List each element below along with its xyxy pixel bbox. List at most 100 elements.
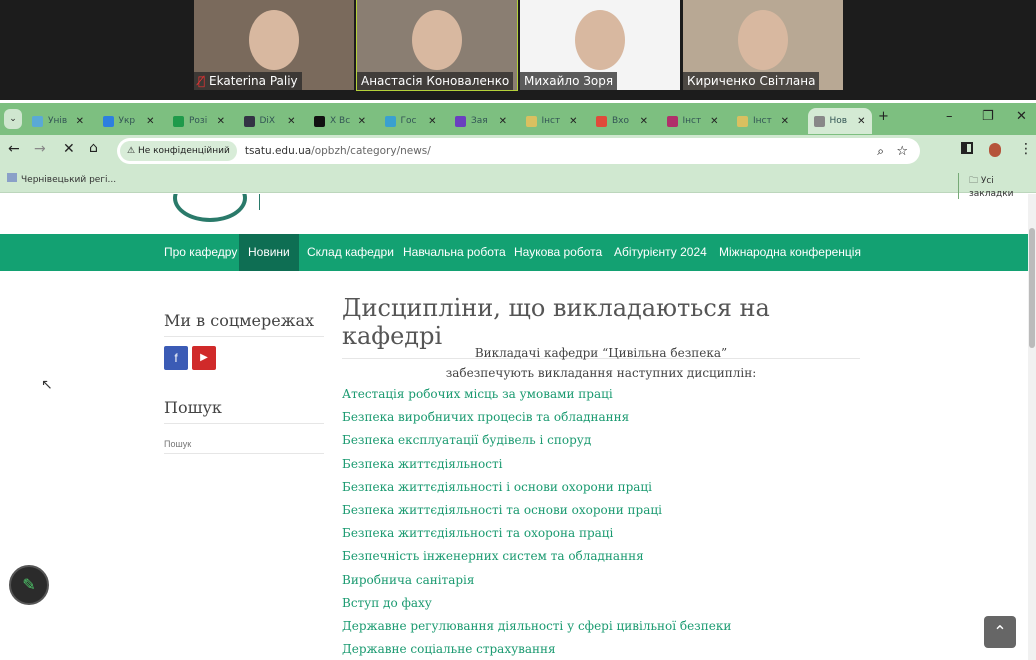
scrollbar-thumb[interactable] xyxy=(1029,228,1035,348)
tab-favicon-icon xyxy=(737,115,748,127)
tab-favicon-icon xyxy=(455,115,466,127)
tab-strip: ⌄ Унів ✕ Укр ✕ Розі ✕ DiX ✕ X Вс ✕ Гос ✕ Зая ✕ Інст ✕ Вх… xyxy=(0,103,1036,135)
restore-button[interactable]: ❐ xyxy=(982,109,994,124)
forward-icon[interactable]: → xyxy=(34,141,46,157)
home-icon[interactable]: ⌂ xyxy=(89,140,98,156)
new-tab-button[interactable]: + xyxy=(878,109,889,124)
tab-close-icon[interactable]: ✕ xyxy=(287,116,295,127)
nav-item[interactable]: Абітурієнту 2024 xyxy=(605,234,716,271)
discipline-link[interactable]: Державне регулювання діяльності у сфері … xyxy=(342,619,731,633)
page-scrollbar[interactable] xyxy=(1028,194,1036,660)
participant-name: 🎙̸ Ekaterina Paliy xyxy=(194,72,302,90)
discipline-link[interactable]: Безпека життєдіяльності та основи охорон… xyxy=(342,503,662,517)
discipline-link[interactable]: Безпека життєдіяльності і основи охорони… xyxy=(342,480,652,494)
scroll-to-top-button[interactable]: ⌃ xyxy=(984,616,1016,648)
browser-tab[interactable]: Вхо ✕ xyxy=(590,108,654,134)
main-nav: Про кафедру Новини Склад кафедри Навчальна … xyxy=(0,234,1028,271)
tab-close-icon[interactable]: ✕ xyxy=(428,116,436,127)
tab-close-icon[interactable]: ✕ xyxy=(76,116,84,127)
discipline-link[interactable]: Виробнича санітарія xyxy=(342,573,474,587)
tab-close-icon[interactable]: ✕ xyxy=(569,116,577,127)
browser-tab[interactable]: Інст ✕ xyxy=(731,108,795,134)
browser-tab[interactable]: Зая ✕ xyxy=(449,108,513,134)
tab-label: Вхо xyxy=(612,116,630,126)
tab-close-icon[interactable]: ✕ xyxy=(710,116,718,127)
tab-close-icon[interactable]: ✕ xyxy=(358,116,366,127)
side-panel-icon[interactable] xyxy=(961,142,973,154)
browser-tab[interactable]: Нов ✕ xyxy=(807,108,872,134)
tab-close-icon[interactable]: ✕ xyxy=(781,116,789,127)
discipline-link[interactable]: Безпека виробничих процесів та обладнанн… xyxy=(342,410,629,424)
video-call-strip: 🎙̸ Ekaterina Paliy Анастасія Коноваленко М… xyxy=(0,0,1036,100)
tab-label: Гос xyxy=(400,116,417,126)
tab-label: DiX xyxy=(259,116,276,126)
participant-name-label: Анастасія Коноваленко xyxy=(361,74,510,88)
participant-name-label: Ekaterina Paliy xyxy=(209,74,298,88)
browser-toolbar: ← → ✕ ⌂ ⚠ Не конфіденційний tsatu.edu.ua… xyxy=(0,135,1036,167)
url-host: tsatu.edu.ua xyxy=(244,145,312,157)
participant-face xyxy=(738,10,788,70)
discipline-link[interactable]: Безпечність інженерних систем та обладна… xyxy=(342,549,644,563)
participant-tile[interactable]: Кириченко Світлана xyxy=(683,0,843,90)
browser-tab[interactable]: Інст ✕ xyxy=(661,108,725,134)
tab-favicon-icon xyxy=(525,115,537,127)
back-icon[interactable]: ← xyxy=(8,141,20,157)
browser-tab[interactable]: Унів ✕ xyxy=(26,108,90,134)
participant-tile[interactable]: Анастасія Коноваленко xyxy=(356,0,518,91)
discipline-link[interactable]: Вступ до фаху xyxy=(342,596,432,610)
tab-close-icon[interactable]: ✕ xyxy=(499,116,507,127)
tab-close-icon[interactable]: ✕ xyxy=(857,116,865,127)
tab-favicon-icon xyxy=(813,115,825,127)
nav-item[interactable]: Склад кафедри xyxy=(298,234,403,271)
tab-search-button[interactable]: ⌄ xyxy=(4,109,22,129)
participant-tile[interactable]: Михайло Зоря xyxy=(520,0,680,90)
nav-item[interactable]: Про кафедру xyxy=(155,234,246,271)
intro-line-1: Викладачі кафедри “Цивільна безпека” xyxy=(474,346,728,360)
tab-label: Розі xyxy=(189,116,208,126)
minimize-button[interactable]: – xyxy=(946,109,953,124)
nav-item[interactable]: Міжнародна конференція xyxy=(710,234,870,271)
discipline-link[interactable]: Атестація робочих місць за умовами праці xyxy=(342,387,613,401)
close-window-button[interactable]: ✕ xyxy=(1016,109,1027,124)
site-logo[interactable] xyxy=(173,194,247,222)
nav-item[interactable]: Навчальна робота xyxy=(394,234,515,271)
social-title: Ми в соцмережах xyxy=(164,311,324,337)
zoom-icon[interactable]: ⌕ xyxy=(877,144,884,159)
bookmark-item[interactable]: Чернівецький регі... xyxy=(7,173,116,185)
youtube-button[interactable]: ▶ xyxy=(192,346,216,370)
browser-tab[interactable]: Укр ✕ xyxy=(97,108,161,134)
discipline-link[interactable]: Безпека життєдіяльності та охорона праці xyxy=(342,526,613,540)
tab-close-icon[interactable]: ✕ xyxy=(146,116,154,127)
stop-icon[interactable]: ✕ xyxy=(63,141,75,157)
security-chip[interactable]: ⚠ Не конфіденційний xyxy=(120,141,237,161)
browser-tab[interactable]: Інст ✕ xyxy=(520,108,584,134)
search-title: Пошук xyxy=(164,398,324,424)
tab-close-icon[interactable]: ✕ xyxy=(217,116,225,127)
tab-close-icon[interactable]: ✕ xyxy=(640,116,648,127)
search-input[interactable] xyxy=(164,434,324,454)
participant-name-label: Кириченко Світлана xyxy=(687,74,816,88)
intro-line-2: забезпечують викладання наступних дисцип… xyxy=(445,366,757,380)
participant-name: Анастасія Коноваленко xyxy=(357,72,514,90)
address-bar[interactable]: ⚠ Не конфіденційний tsatu.edu.ua/opbzh/c… xyxy=(117,138,920,164)
browser-tab[interactable]: Розі ✕ xyxy=(167,108,231,134)
discipline-link[interactable]: Безпека життєдіяльності xyxy=(342,457,502,471)
nav-item[interactable]: Новини xyxy=(239,234,299,271)
tab-favicon-icon xyxy=(243,115,255,127)
browser-tab[interactable]: Гос ✕ xyxy=(379,108,443,134)
discipline-link[interactable]: Державне соціальне страхування xyxy=(342,642,556,656)
nav-item[interactable]: Наукова робота xyxy=(505,234,611,271)
profile-avatar[interactable] xyxy=(989,143,1001,157)
discipline-link[interactable]: Безпека експлуатації будівель і споруд xyxy=(342,433,591,447)
url-text: tsatu.edu.ua/opbzh/category/news/ xyxy=(245,145,431,157)
edit-pencil-button[interactable]: ✎ xyxy=(9,565,49,605)
menu-icon[interactable]: ⋮ xyxy=(1019,141,1033,157)
tab-label: Інст xyxy=(541,116,561,126)
browser-tab[interactable]: DiX ✕ xyxy=(238,108,302,134)
participant-tile[interactable]: 🎙̸ Ekaterina Paliy xyxy=(194,0,354,90)
browser-tab[interactable]: X Вс ✕ xyxy=(308,108,372,134)
bookmark-star-icon[interactable]: ☆ xyxy=(896,144,908,159)
tab-favicon-icon xyxy=(173,115,184,127)
tab-favicon-icon xyxy=(314,115,325,127)
facebook-button[interactable]: f xyxy=(164,346,188,370)
